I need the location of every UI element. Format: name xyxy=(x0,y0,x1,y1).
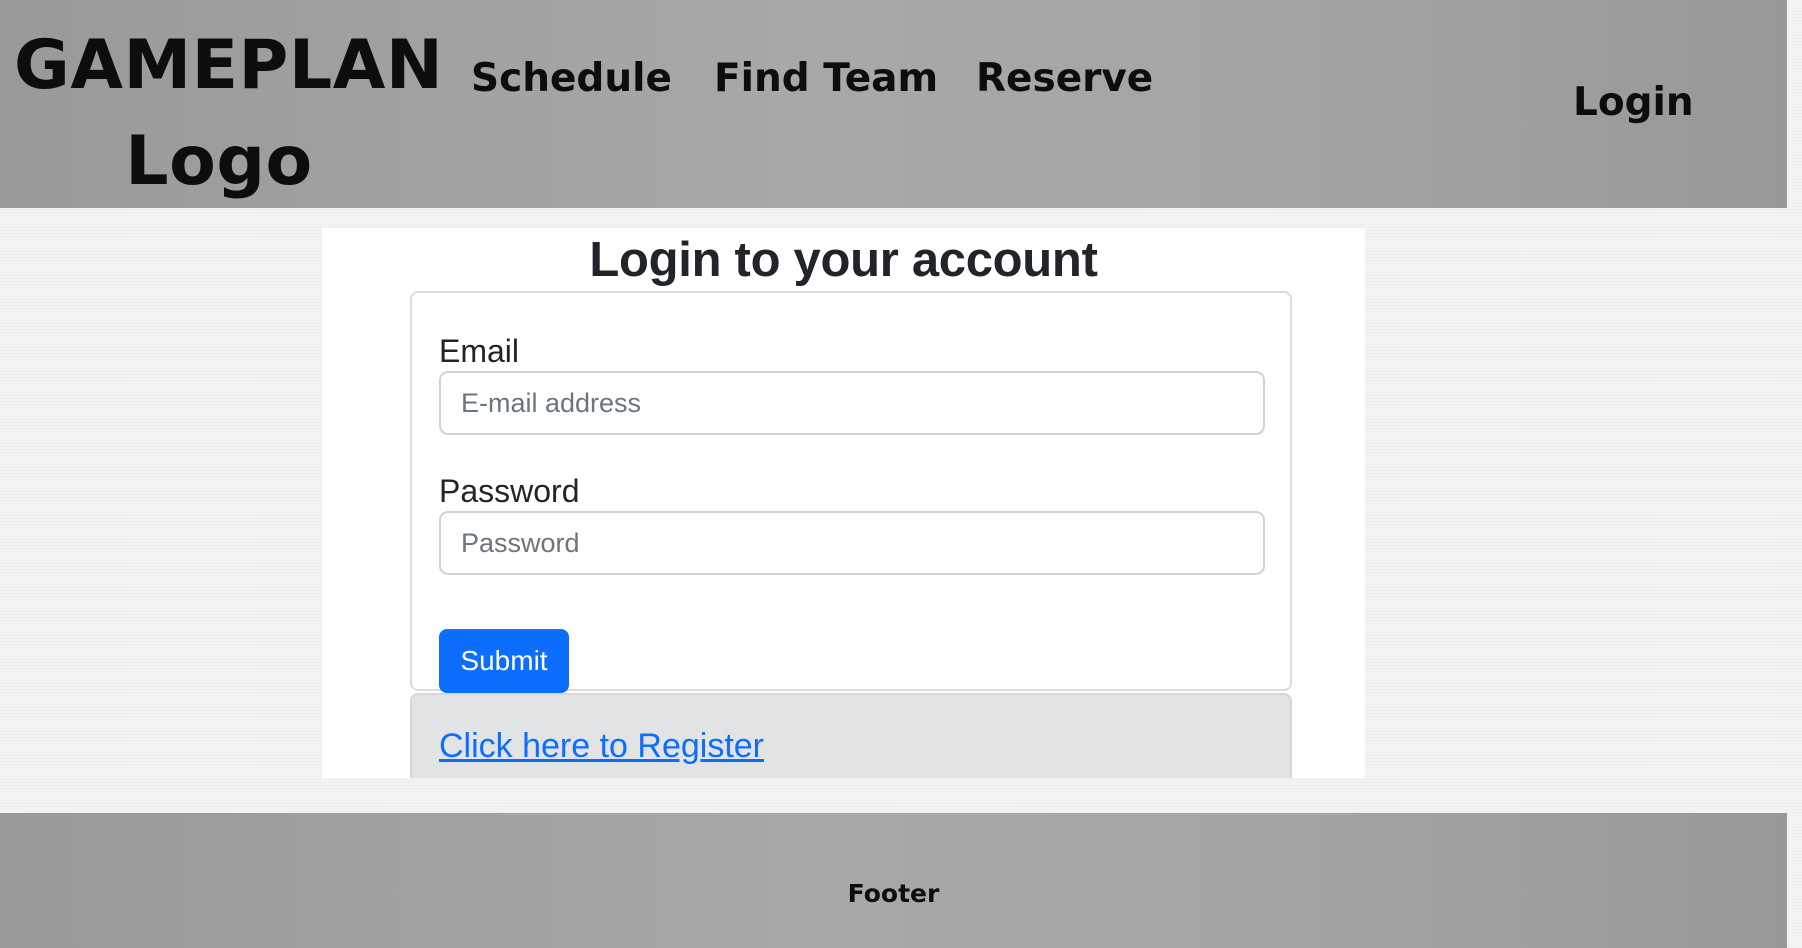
submit-button[interactable]: Submit xyxy=(439,629,569,693)
login-form: Email Password Submit xyxy=(410,291,1292,693)
email-field[interactable] xyxy=(439,371,1265,435)
logo-subtitle: Logo xyxy=(125,122,313,201)
password-label: Password xyxy=(439,473,580,509)
site-header: GAMEPLAN Logo Schedule Find Team Reserve… xyxy=(0,0,1787,208)
logo-title: GAMEPLAN xyxy=(14,26,444,105)
register-link[interactable]: Click here to Register xyxy=(439,727,764,766)
nav-link-find-team[interactable]: Find Team xyxy=(714,56,938,101)
password-field[interactable] xyxy=(439,511,1265,575)
footer-text: Footer xyxy=(847,879,940,908)
email-label: Email xyxy=(439,333,520,369)
site-logo[interactable]: GAMEPLAN Logo xyxy=(14,18,444,210)
nav-link-schedule[interactable]: Schedule xyxy=(471,56,672,101)
nav-link-login[interactable]: Login xyxy=(1573,80,1694,125)
nav-link-reserve[interactable]: Reserve xyxy=(976,56,1153,101)
login-panel: Login to your account Email Password Sub… xyxy=(322,228,1365,778)
register-footer: Click here to Register xyxy=(410,693,1292,778)
page-title: Login to your account xyxy=(589,233,1098,287)
site-footer: Footer xyxy=(0,813,1787,948)
page: GAMEPLAN Logo Schedule Find Team Reserve… xyxy=(0,0,1802,948)
